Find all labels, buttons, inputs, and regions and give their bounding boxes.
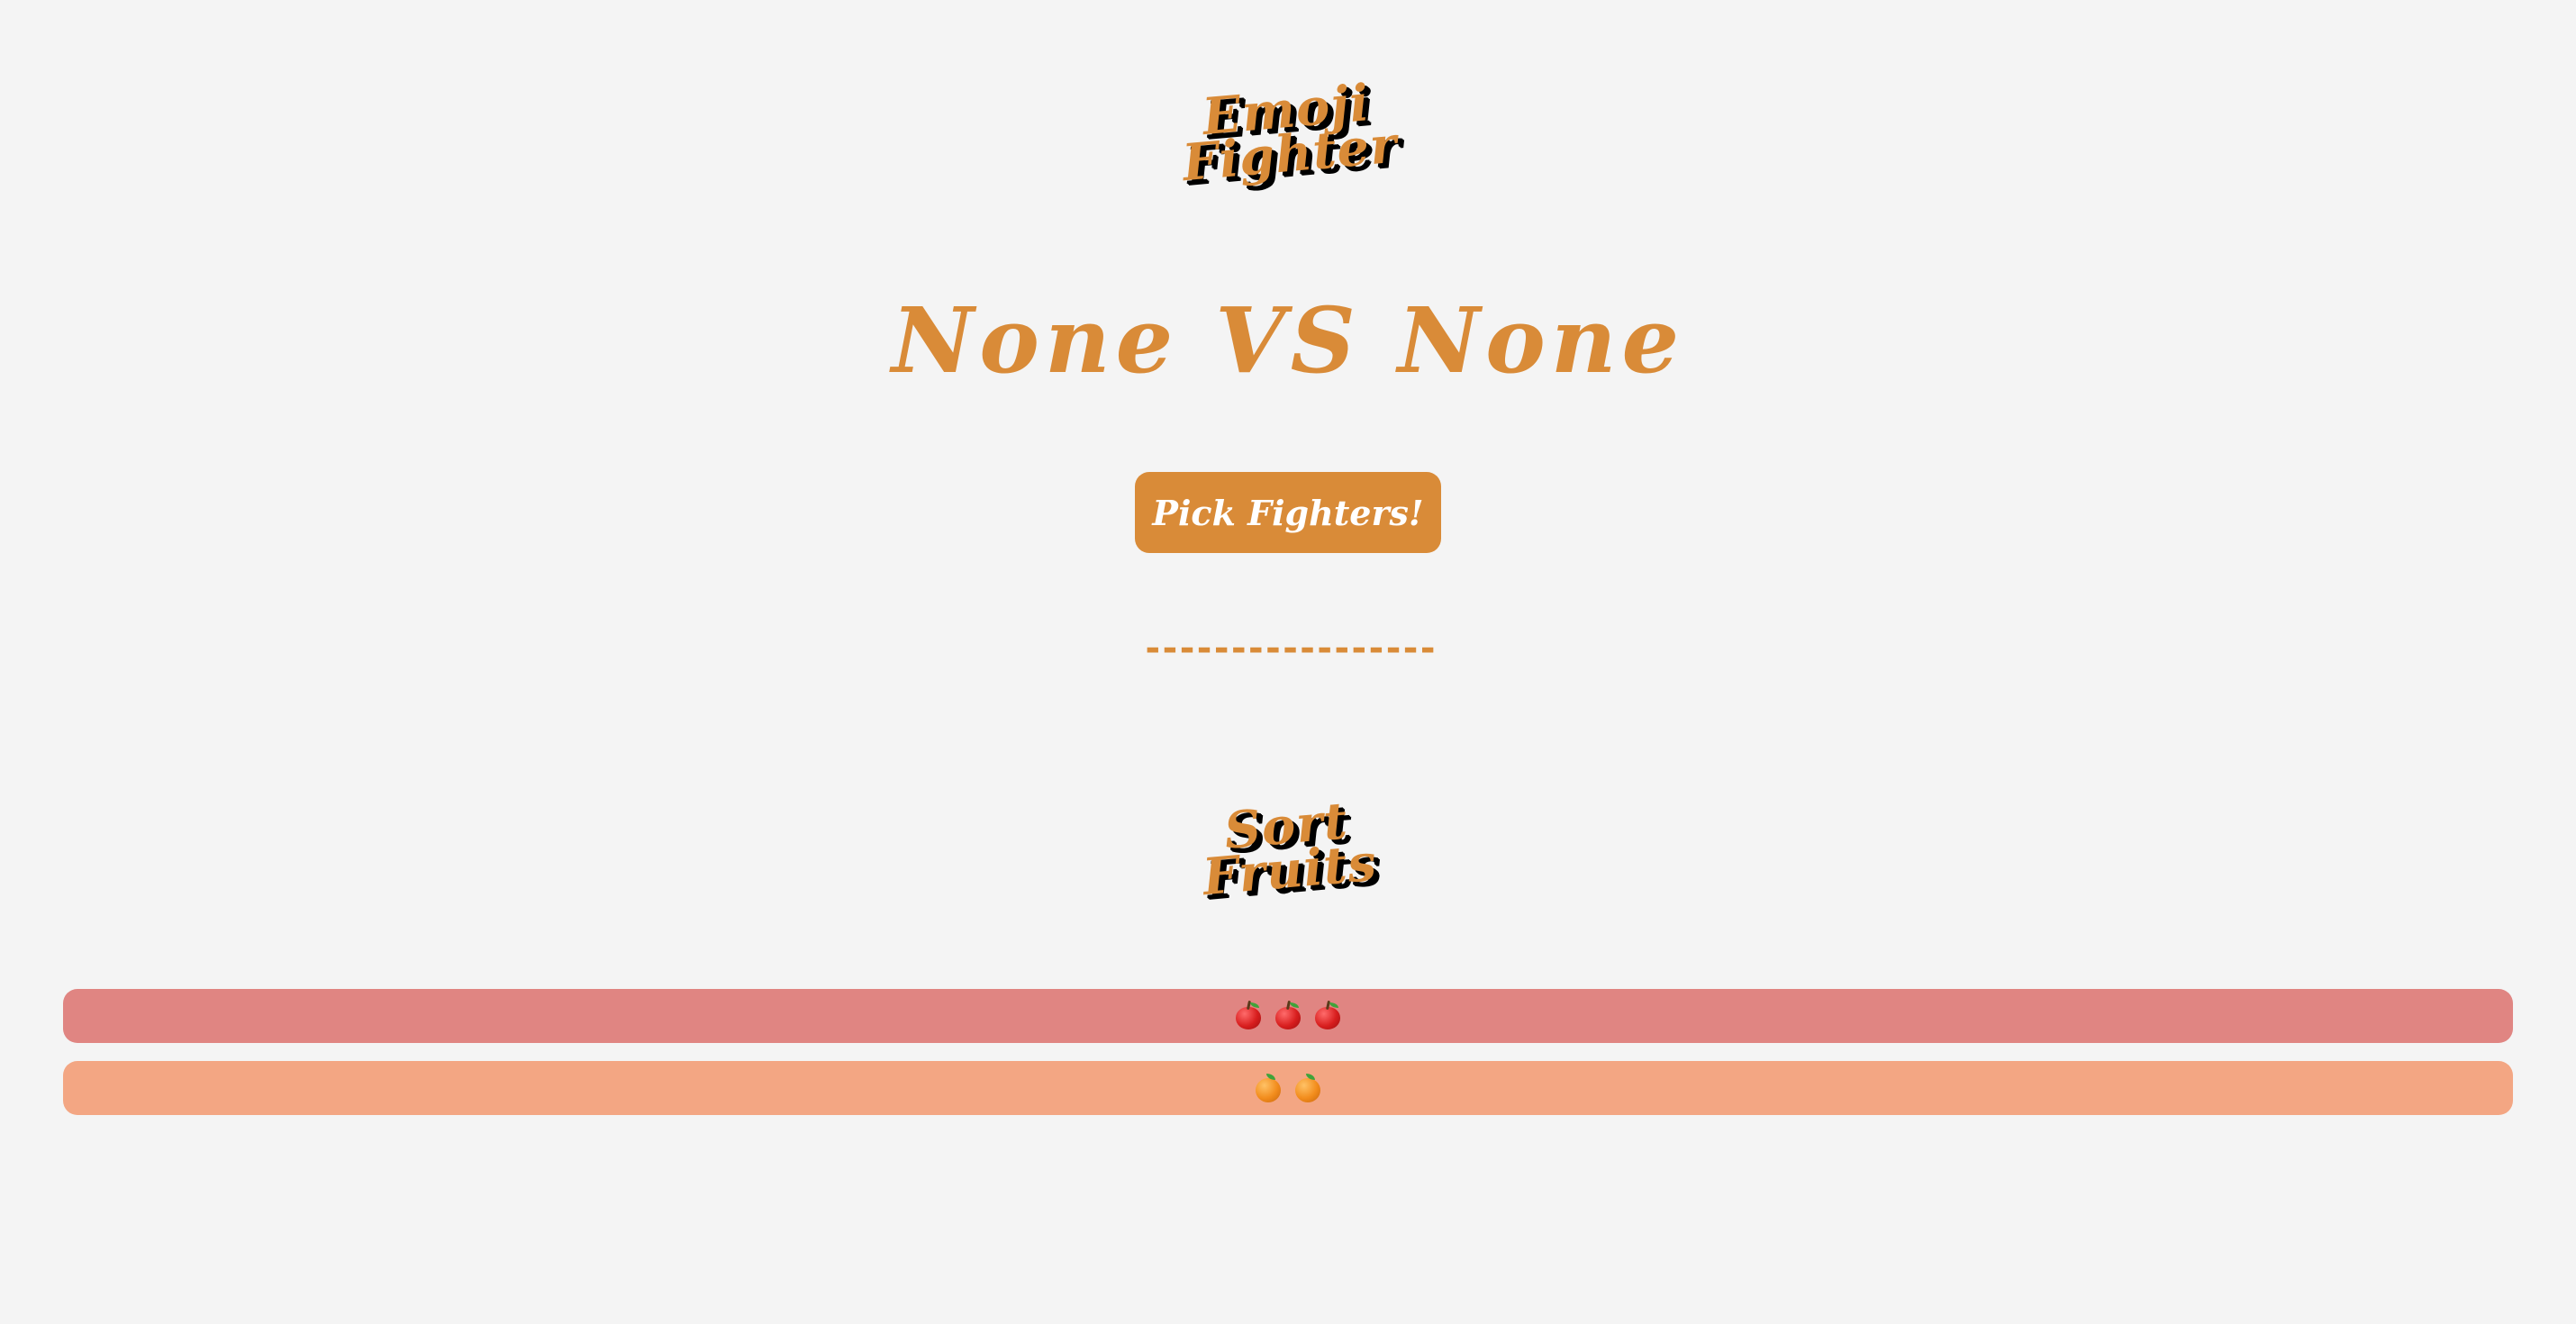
game-logo-title: Emoji Fighter bbox=[1, 0, 2575, 289]
orange-icon bbox=[1293, 1073, 1323, 1103]
pick-fighters-button[interactable]: Pick Fighters! bbox=[1135, 472, 1441, 553]
page: Emoji Fighter None VS None Pick Fighters… bbox=[0, 0, 2576, 1324]
sort-fruits-title: Sort Fruits bbox=[1, 693, 2575, 1005]
apple-icon bbox=[1233, 1000, 1264, 1031]
sort-title-line-1: Sort bbox=[1221, 791, 1350, 861]
matchup-heading: None VS None bbox=[891, 287, 1685, 394]
logo-line-2: Fighter bbox=[1180, 114, 1400, 194]
apple-icon bbox=[1273, 1000, 1303, 1031]
orange-row bbox=[63, 1061, 2513, 1115]
apple-row bbox=[63, 989, 2513, 1043]
logo-line-1: Emoji bbox=[1200, 73, 1373, 148]
orange-icon bbox=[1253, 1073, 1283, 1103]
sort-title-line-2: Fruits bbox=[1200, 832, 1380, 908]
dashed-divider: ----------------- bbox=[1141, 628, 1438, 669]
apple-icon bbox=[1312, 1000, 1343, 1031]
